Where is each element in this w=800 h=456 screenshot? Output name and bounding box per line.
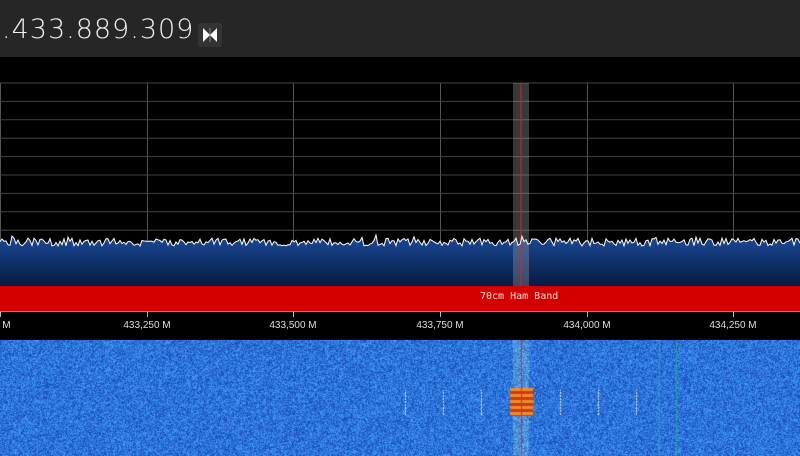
- ruler-label: 433,250 M: [123, 320, 170, 331]
- ruler-label: 434,000 M: [563, 320, 610, 331]
- frequency-ruler[interactable]: 000 M 433,250 M 433,500 M 433,750 M 434,…: [0, 312, 800, 340]
- band-label: 70cm Ham Band: [480, 291, 558, 302]
- ruler-label: 433,500 M: [269, 320, 316, 331]
- ruler-tick: [733, 312, 734, 317]
- frequency-bar: .433.889.309: [0, 0, 800, 57]
- ruler-tick: [147, 312, 148, 317]
- swap-button[interactable]: [198, 23, 222, 47]
- ruler-label: 000 M: [0, 320, 11, 331]
- band-plan-bar[interactable]: 70cm Ham Band: [0, 286, 800, 312]
- frequency-display[interactable]: .433.889.309: [2, 14, 194, 45]
- ruler-tick: [293, 312, 294, 317]
- ruler-tick: [440, 312, 441, 317]
- ruler-tick: [587, 312, 588, 317]
- ruler-label: 434,250 M: [709, 320, 756, 331]
- swap-icon: [198, 23, 222, 47]
- ruler-label: 433,750 M: [416, 320, 463, 331]
- spectrum-display[interactable]: [0, 57, 800, 286]
- ruler-tick: [0, 312, 1, 317]
- waterfall-display[interactable]: [0, 340, 800, 456]
